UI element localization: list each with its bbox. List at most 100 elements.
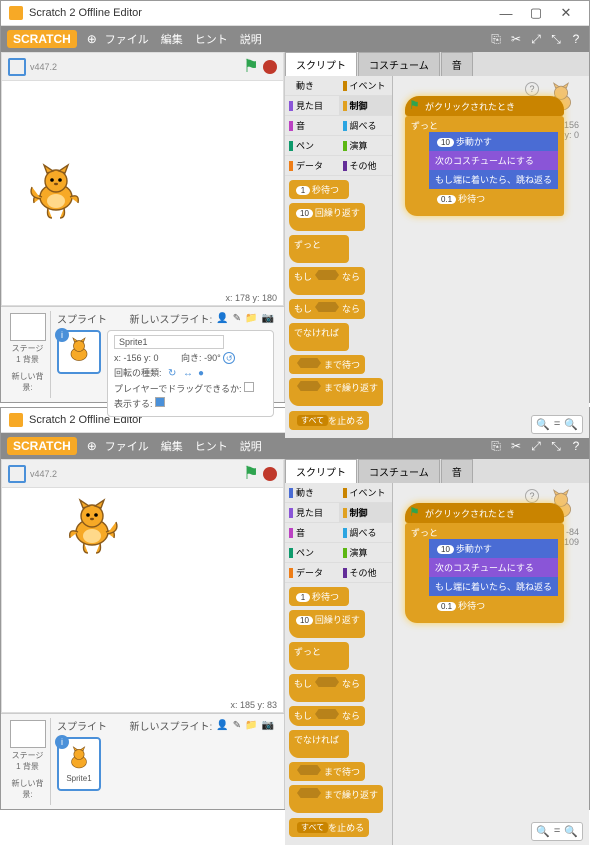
block-wait-used[interactable]: 0.1秒待つ xyxy=(429,189,558,208)
zoom-reset-button[interactable]: = xyxy=(554,825,560,838)
block-if-else[interactable]: もしなら xyxy=(289,706,365,726)
menu-help[interactable]: 説明 xyxy=(240,31,262,47)
menu-hint[interactable]: ヒント xyxy=(195,31,228,47)
new-sprite-camera-icon[interactable]: 📷 xyxy=(262,720,274,731)
block-forever[interactable]: ずっと xyxy=(289,642,349,670)
rotation-lr-icon[interactable]: ↔ xyxy=(183,368,195,380)
tab-sounds[interactable]: 音 xyxy=(441,459,473,483)
fullscreen-button[interactable] xyxy=(8,58,26,76)
cat-sensing[interactable]: 調べる xyxy=(339,523,393,543)
block-wait-used[interactable]: 0.1秒待つ xyxy=(429,596,558,615)
zoom-in-button[interactable]: 🔍 xyxy=(564,825,578,838)
sprite-info-toggle[interactable]: i xyxy=(55,735,69,749)
cat-data[interactable]: データ xyxy=(285,563,339,583)
block-repeat[interactable]: 10回繰り返す xyxy=(289,610,365,638)
stop-button[interactable] xyxy=(263,467,277,481)
sprite-thumbnail[interactable]: i xyxy=(57,330,101,374)
tab-costumes[interactable]: コスチューム xyxy=(358,52,440,76)
cat-more[interactable]: その他 xyxy=(339,156,393,176)
cat-sensing[interactable]: 調べる xyxy=(339,116,393,136)
rotation-none-icon[interactable]: ● xyxy=(198,368,210,380)
zoom-out-button[interactable]: 🔍 xyxy=(536,825,550,838)
cut-icon[interactable]: ✂ xyxy=(509,439,523,453)
block-forever[interactable]: ずっと xyxy=(289,235,349,263)
stage-thumbnail[interactable] xyxy=(10,720,46,748)
sprite-info-toggle[interactable]: i xyxy=(55,328,69,342)
block-move-used[interactable]: 10歩動かす xyxy=(429,132,558,151)
block-hat-flag[interactable]: ⚑がクリックされたとき xyxy=(405,96,564,116)
block-forever-used[interactable]: ずっと 10歩動かす 次のコスチュームにする もし端に着いたら、跳ね返る 0.1… xyxy=(405,116,564,216)
cat-sound[interactable]: 音 xyxy=(285,116,339,136)
canvas-help-icon[interactable]: ? xyxy=(525,489,539,503)
cat-events[interactable]: イベント xyxy=(339,483,393,503)
script-stack[interactable]: ⚑がクリックされたとき ずっと 10歩動かす 次のコスチュームにする もし端に着… xyxy=(405,503,564,623)
block-move-used[interactable]: 10歩動かす xyxy=(429,539,558,558)
cat-pen[interactable]: ペン xyxy=(285,136,339,156)
new-sprite-camera-icon[interactable]: 📷 xyxy=(262,313,274,324)
maximize-button[interactable]: ▢ xyxy=(521,5,551,21)
new-sprite-user-icon[interactable]: 👤 xyxy=(216,313,228,324)
block-if[interactable]: もしなら xyxy=(289,674,365,702)
stop-button[interactable] xyxy=(263,60,277,74)
help-icon[interactable]: ? xyxy=(569,439,583,453)
menu-hint[interactable]: ヒント xyxy=(195,438,228,454)
globe-icon[interactable]: ⊕ xyxy=(85,439,99,453)
grow-icon[interactable]: ⤢ xyxy=(529,439,543,453)
minimize-button[interactable]: — xyxy=(491,6,521,21)
block-stop[interactable]: すべてを止める xyxy=(289,411,369,430)
block-repeat-until[interactable]: まで繰り返す xyxy=(289,378,383,406)
block-else[interactable]: でなければ xyxy=(289,730,349,758)
block-repeat-until[interactable]: まで繰り返す xyxy=(289,785,383,813)
cat-looks[interactable]: 見た目 xyxy=(285,503,339,523)
block-next-costume-used[interactable]: 次のコスチュームにする xyxy=(429,151,558,170)
new-sprite-user-icon[interactable]: 👤 xyxy=(216,720,228,731)
sprite-on-stage[interactable] xyxy=(26,163,86,223)
block-repeat[interactable]: 10回繰り返す xyxy=(289,203,365,231)
cat-looks[interactable]: 見た目 xyxy=(285,96,339,116)
cat-control[interactable]: 制御 xyxy=(339,96,393,116)
zoom-out-button[interactable]: 🔍 xyxy=(536,418,550,431)
block-if-else[interactable]: もしなら xyxy=(289,299,365,319)
stamp-icon[interactable]: ⎘ xyxy=(489,32,503,46)
sprite-name-input[interactable]: Sprite1 xyxy=(114,335,224,349)
block-next-costume-used[interactable]: 次のコスチュームにする xyxy=(429,558,558,577)
help-icon[interactable]: ? xyxy=(569,32,583,46)
block-hat-flag[interactable]: ⚑がクリックされたとき xyxy=(405,503,564,523)
globe-icon[interactable]: ⊕ xyxy=(85,32,99,46)
menu-file[interactable]: ファイル xyxy=(105,438,149,454)
block-stop[interactable]: すべてを止める xyxy=(289,818,369,837)
block-else[interactable]: でなければ xyxy=(289,323,349,351)
block-wait[interactable]: 1秒待つ xyxy=(289,180,349,199)
sprite-on-stage[interactable] xyxy=(62,498,122,558)
block-wait[interactable]: 1秒待つ xyxy=(289,587,349,606)
grow-icon[interactable]: ⤢ xyxy=(529,32,543,46)
stage[interactable]: v447.2 ⚑ x: 185 y: 83 xyxy=(1,459,284,713)
block-bounce-used[interactable]: もし端に着いたら、跳ね返る xyxy=(429,170,558,189)
block-forever-used[interactable]: ずっと 10歩動かす 次のコスチュームにする もし端に着いたら、跳ね返る 0.1… xyxy=(405,523,564,623)
direction-dial[interactable]: ↺ xyxy=(223,352,235,364)
shrink-icon[interactable]: ⤡ xyxy=(549,32,563,46)
cat-motion[interactable]: 動き xyxy=(285,76,339,96)
direction-value[interactable]: -90° xyxy=(204,353,221,363)
draggable-checkbox[interactable] xyxy=(244,382,254,392)
cat-events[interactable]: イベント xyxy=(339,76,393,96)
green-flag-button[interactable]: ⚑ xyxy=(243,56,259,77)
show-checkbox[interactable] xyxy=(155,397,165,407)
tab-scripts[interactable]: スクリプト xyxy=(285,459,357,483)
block-if[interactable]: もしなら xyxy=(289,267,365,295)
stage-thumbnail[interactable] xyxy=(10,313,46,341)
menu-file[interactable]: ファイル xyxy=(105,31,149,47)
green-flag-button[interactable]: ⚑ xyxy=(243,463,259,484)
cat-operators[interactable]: 演算 xyxy=(339,543,393,563)
menu-help[interactable]: 説明 xyxy=(240,438,262,454)
block-bounce-used[interactable]: もし端に着いたら、跳ね返る xyxy=(429,577,558,596)
cat-more[interactable]: その他 xyxy=(339,563,393,583)
fullscreen-button[interactable] xyxy=(8,465,26,483)
rotation-full-icon[interactable]: ↻ xyxy=(168,368,180,380)
cat-sound[interactable]: 音 xyxy=(285,523,339,543)
tab-sounds[interactable]: 音 xyxy=(441,52,473,76)
stamp-icon[interactable]: ⎘ xyxy=(489,439,503,453)
stage[interactable]: v447.2 ⚑ x: 178 y: 180 xyxy=(1,52,284,306)
new-sprite-brush-icon[interactable]: ✎ xyxy=(233,313,241,324)
script-canvas[interactable]: ? x: -84y: 109 ⚑がクリックされたとき ずっと 10歩動かす xyxy=(393,483,589,845)
